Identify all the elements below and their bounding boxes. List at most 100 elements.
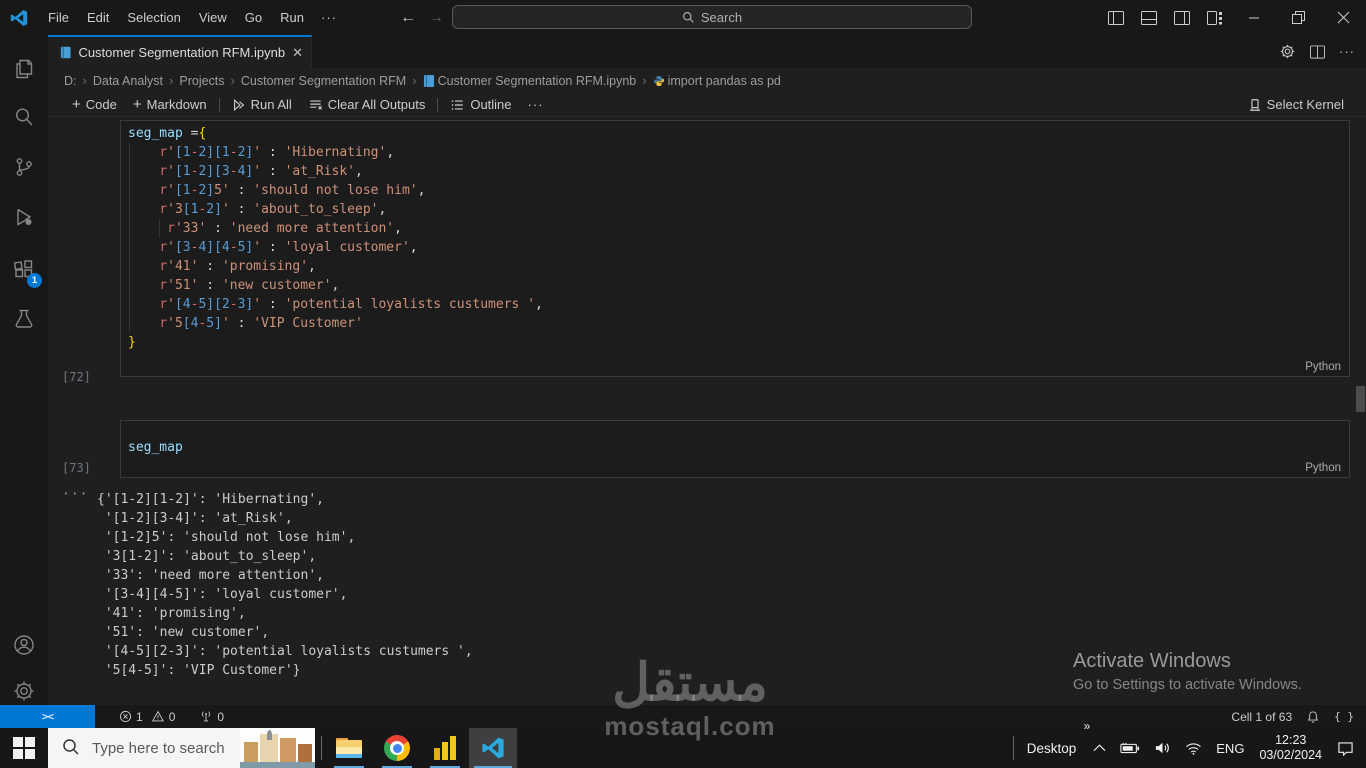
vertical-scrollbar[interactable] <box>1356 386 1365 412</box>
menu-edit[interactable]: Edit <box>78 0 118 35</box>
search-icon <box>682 11 694 23</box>
cell1-code[interactable]: seg_map ={ r'[1-2][1-2]' : 'Hibernating'… <box>128 124 1345 352</box>
code-cell-2[interactable]: seg_map Python <box>120 420 1350 478</box>
system-tray: Desktop » ENG 12:23 03/02/2024 <box>1010 719 1366 768</box>
taskbar-search[interactable] <box>48 728 315 768</box>
output-collapse-toggle[interactable]: ··· <box>62 487 88 502</box>
taskbar-chrome[interactable] <box>373 728 421 768</box>
toolbar-more-actions-icon[interactable]: ··· <box>520 93 552 117</box>
action-center-icon[interactable] <box>1330 728 1366 768</box>
toggle-panel-icon[interactable] <box>1132 0 1165 35</box>
output-line: '33': 'need more attention', <box>97 568 324 583</box>
braces-icon[interactable]: { } <box>1334 710 1354 723</box>
notebook-file-icon <box>60 46 71 59</box>
breadcrumb-drive[interactable]: D: <box>64 74 77 88</box>
desktop-toolbar[interactable]: Desktop » <box>1017 719 1091 768</box>
editor-more-actions-icon[interactable]: ··· <box>1334 39 1360 65</box>
restore-button[interactable] <box>1276 0 1321 35</box>
warning-count: 0 <box>168 709 176 724</box>
output-lines: {'[1-2][1-2]': 'Hibernating', '[1-2][3-4… <box>97 490 473 680</box>
testing-icon[interactable] <box>0 297 48 341</box>
add-markdown-cell-button[interactable]: + Markdown <box>125 93 215 117</box>
code-line: r'3[1-2]' : 'about_to_sleep', <box>159 202 387 217</box>
clock[interactable]: 12:23 03/02/2024 <box>1251 728 1330 768</box>
start-button[interactable] <box>0 728 48 768</box>
wifi-icon[interactable] <box>1178 728 1209 768</box>
menu-run[interactable]: Run <box>271 0 313 35</box>
tab-bar: Customer Segmentation RFM.ipynb ✕ ··· <box>48 35 1366 68</box>
extensions-icon[interactable]: 1 <box>0 247 48 291</box>
breadcrumb-symbol[interactable]: import pandas as pd <box>668 74 781 88</box>
search-icon <box>63 739 79 755</box>
chevron-right-icon: › <box>169 73 174 88</box>
time-label: 12:23 <box>1275 733 1307 747</box>
taskbar-power-bi[interactable] <box>421 728 469 768</box>
cell2-code[interactable]: seg_map <box>128 438 1345 457</box>
breadcrumb-file[interactable]: Customer Segmentation RFM.ipynb <box>438 74 637 88</box>
nav-forward-icon[interactable]: → <box>420 9 452 27</box>
minimize-button[interactable] <box>1231 0 1276 35</box>
notifications-bell-icon[interactable] <box>1306 710 1320 724</box>
cell-indicator[interactable]: Cell 1 of 63 <box>1231 710 1292 724</box>
add-code-cell-button[interactable]: + Code <box>64 93 125 117</box>
notebook-editor: seg_map ={ r'[1-2][1-2]' : 'Hibernating'… <box>48 117 1366 705</box>
toolbar-separator <box>218 97 220 112</box>
hidden-icons-chevron[interactable] <box>1086 728 1113 768</box>
breadcrumb-projects[interactable]: Projects <box>179 74 224 88</box>
account-icon[interactable] <box>0 623 48 667</box>
explorer-icon[interactable] <box>0 47 48 91</box>
code-line: r'[4-5][2-3]' : 'potential loyalists cus… <box>159 297 543 312</box>
toggle-sidebar-icon[interactable] <box>1099 0 1132 35</box>
taskbar-vscode[interactable] <box>469 728 517 768</box>
tab-close-icon[interactable]: ✕ <box>292 45 303 61</box>
run-debug-icon[interactable] <box>0 195 48 239</box>
breadcrumb-folder[interactable]: Customer Segmentation RFM <box>241 74 406 88</box>
error-count: 1 <box>136 709 143 724</box>
menu-selection[interactable]: Selection <box>118 0 189 35</box>
tab-customer-segmentation[interactable]: Customer Segmentation RFM.ipynb ✕ <box>48 35 312 68</box>
language-label: ENG <box>1216 740 1245 756</box>
outline-button[interactable]: Outline <box>442 93 519 117</box>
source-control-icon[interactable] <box>0 145 48 189</box>
select-kernel-button[interactable]: Select Kernel <box>1240 93 1352 117</box>
problems-indicator[interactable]: 1 0 <box>119 710 175 724</box>
remote-indicator[interactable]: >< <box>0 705 95 728</box>
customize-layout-icon[interactable] <box>1198 0 1231 35</box>
ports-indicator[interactable]: 0 <box>199 710 224 724</box>
search-sidebar-icon[interactable] <box>0 95 48 139</box>
toggle-secondary-sidebar-icon[interactable] <box>1165 0 1198 35</box>
taskbar-file-explorer[interactable] <box>325 728 373 768</box>
breadcrumb-data-analyst[interactable]: Data Analyst <box>93 74 163 88</box>
chevron-right-icon: › <box>412 73 417 88</box>
code-line: r'[1-2]5' : 'should not lose him', <box>159 183 426 198</box>
add-code-label: Code <box>85 97 117 112</box>
run-all-button[interactable]: Run All <box>224 93 300 117</box>
battery-icon[interactable] <box>1113 728 1147 768</box>
menu-file[interactable]: File <box>39 0 78 35</box>
menu-view[interactable]: View <box>190 0 236 35</box>
output-line: '3[1-2]': 'about_to_sleep', <box>97 549 317 564</box>
cell-language-label[interactable]: Python <box>1305 361 1341 373</box>
split-editor-icon[interactable] <box>1304 39 1330 65</box>
menu-more-icon[interactable]: ··· <box>313 10 345 25</box>
chevron-double-icon[interactable]: » <box>1084 719 1091 733</box>
notebook-toolbar: + Code + Markdown Run All Clear All Outp… <box>48 93 1366 117</box>
input-language[interactable]: ENG <box>1209 728 1251 768</box>
radio-tower-icon <box>202 711 211 722</box>
notebook-settings-gear-icon[interactable] <box>1274 39 1300 65</box>
clear-all-outputs-button[interactable]: Clear All Outputs <box>300 93 434 117</box>
menu-go[interactable]: Go <box>236 0 271 35</box>
execution-count-cell2: [73] <box>62 461 91 475</box>
cell-language-label[interactable]: Python <box>1305 462 1341 474</box>
command-center-search[interactable]: Search <box>452 5 972 29</box>
code-cell-1[interactable]: seg_map ={ r'[1-2][1-2]' : 'Hibernating'… <box>120 120 1350 377</box>
screen: File Edit Selection View Go Run ··· ← → … <box>0 0 1366 768</box>
search-promo-image <box>240 728 315 768</box>
tab-title: Customer Segmentation RFM.ipynb <box>78 45 286 60</box>
close-window-button[interactable] <box>1321 0 1366 35</box>
breadcrumbs: D: › Data Analyst › Projects › Customer … <box>48 68 1366 93</box>
volume-icon[interactable] <box>1147 728 1178 768</box>
code-line: r'[3-4][4-5]' : 'loyal customer', <box>159 240 418 255</box>
output-line: '41': 'promising', <box>97 606 246 621</box>
file-explorer-icon <box>336 738 362 758</box>
